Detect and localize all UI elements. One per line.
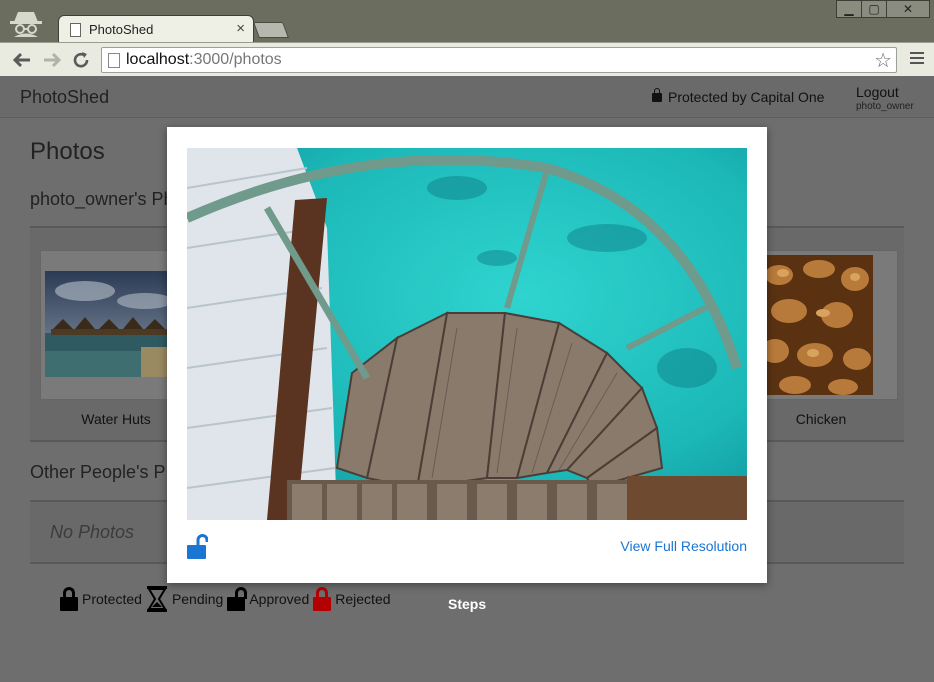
url-text: localhost:3000/photos	[126, 51, 282, 68]
unlocked-padlock-icon[interactable]	[186, 534, 208, 560]
chicken-thumbnail	[759, 255, 873, 395]
page-title: Photos	[30, 138, 105, 165]
logout-link[interactable]: Logout	[856, 84, 899, 100]
legend-rejected: Rejected	[313, 587, 391, 611]
legend-label: Rejected	[335, 591, 391, 607]
legend-approved: Approved	[227, 587, 309, 611]
photo-card[interactable]: Chicken	[758, 250, 898, 427]
view-full-resolution-link[interactable]: View Full Resolution	[620, 538, 747, 554]
page-icon	[70, 23, 81, 37]
app-navbar: PhotoShed Protected by Capital One Logou…	[0, 76, 934, 118]
menu-icon[interactable]	[910, 52, 924, 64]
locked-padlock-icon	[60, 587, 78, 611]
username-label: photo_owner	[856, 101, 914, 112]
browser-tab[interactable]: PhotoShed ×	[58, 15, 254, 42]
bookmark-star-icon[interactable]: ☆	[874, 48, 892, 73]
photo-caption: Chicken	[795, 411, 847, 427]
status-legend: Protected Pending Approved Rejected	[60, 584, 395, 614]
maximize-button[interactable]: ▢	[861, 0, 887, 18]
empty-state: No Photos	[50, 522, 135, 542]
tab-title: PhotoShed	[89, 22, 154, 37]
protected-notice: Protected by Capital One	[652, 88, 825, 105]
photo-title-label: Steps	[448, 596, 487, 612]
page-icon	[108, 53, 120, 68]
back-arrow-icon[interactable]	[12, 51, 32, 69]
photo-modal: View Full Resolution	[167, 127, 767, 583]
new-tab-button[interactable]	[253, 22, 289, 38]
lock-icon	[652, 88, 662, 102]
unlocked-padlock-icon	[227, 587, 248, 611]
brand-link[interactable]: PhotoShed	[20, 87, 109, 108]
address-bar[interactable]: localhost:3000/photos ☆	[101, 47, 897, 73]
close-window-button[interactable]: ✕	[886, 0, 930, 18]
legend-label: Approved	[249, 591, 310, 607]
water-huts-thumbnail	[45, 271, 185, 377]
tab-close-icon[interactable]: ×	[236, 20, 245, 37]
others-section-title: Other People's P	[30, 462, 166, 482]
staircase-photo	[187, 148, 747, 520]
protected-label: Protected by Capital One	[668, 89, 825, 105]
red-padlock-icon	[313, 587, 332, 611]
legend-label: Pending	[171, 591, 224, 607]
browser-titlebar: PhotoShed × ▁ ▢ ✕	[0, 0, 934, 44]
forward-arrow-icon[interactable]	[42, 51, 62, 69]
owner-section-title: photo_owner's Ph	[30, 189, 174, 209]
window-controls: ▁ ▢ ✕	[836, 0, 930, 20]
legend-protected: Protected	[60, 587, 142, 611]
browser-toolbar: localhost:3000/photos ☆	[0, 42, 934, 76]
reload-icon[interactable]	[72, 51, 90, 69]
hourglass-icon	[146, 586, 167, 612]
legend-pending: Pending	[146, 586, 223, 612]
minimize-button[interactable]: ▁	[836, 0, 862, 18]
legend-label: Protected	[82, 591, 142, 607]
incognito-icon	[10, 12, 42, 37]
